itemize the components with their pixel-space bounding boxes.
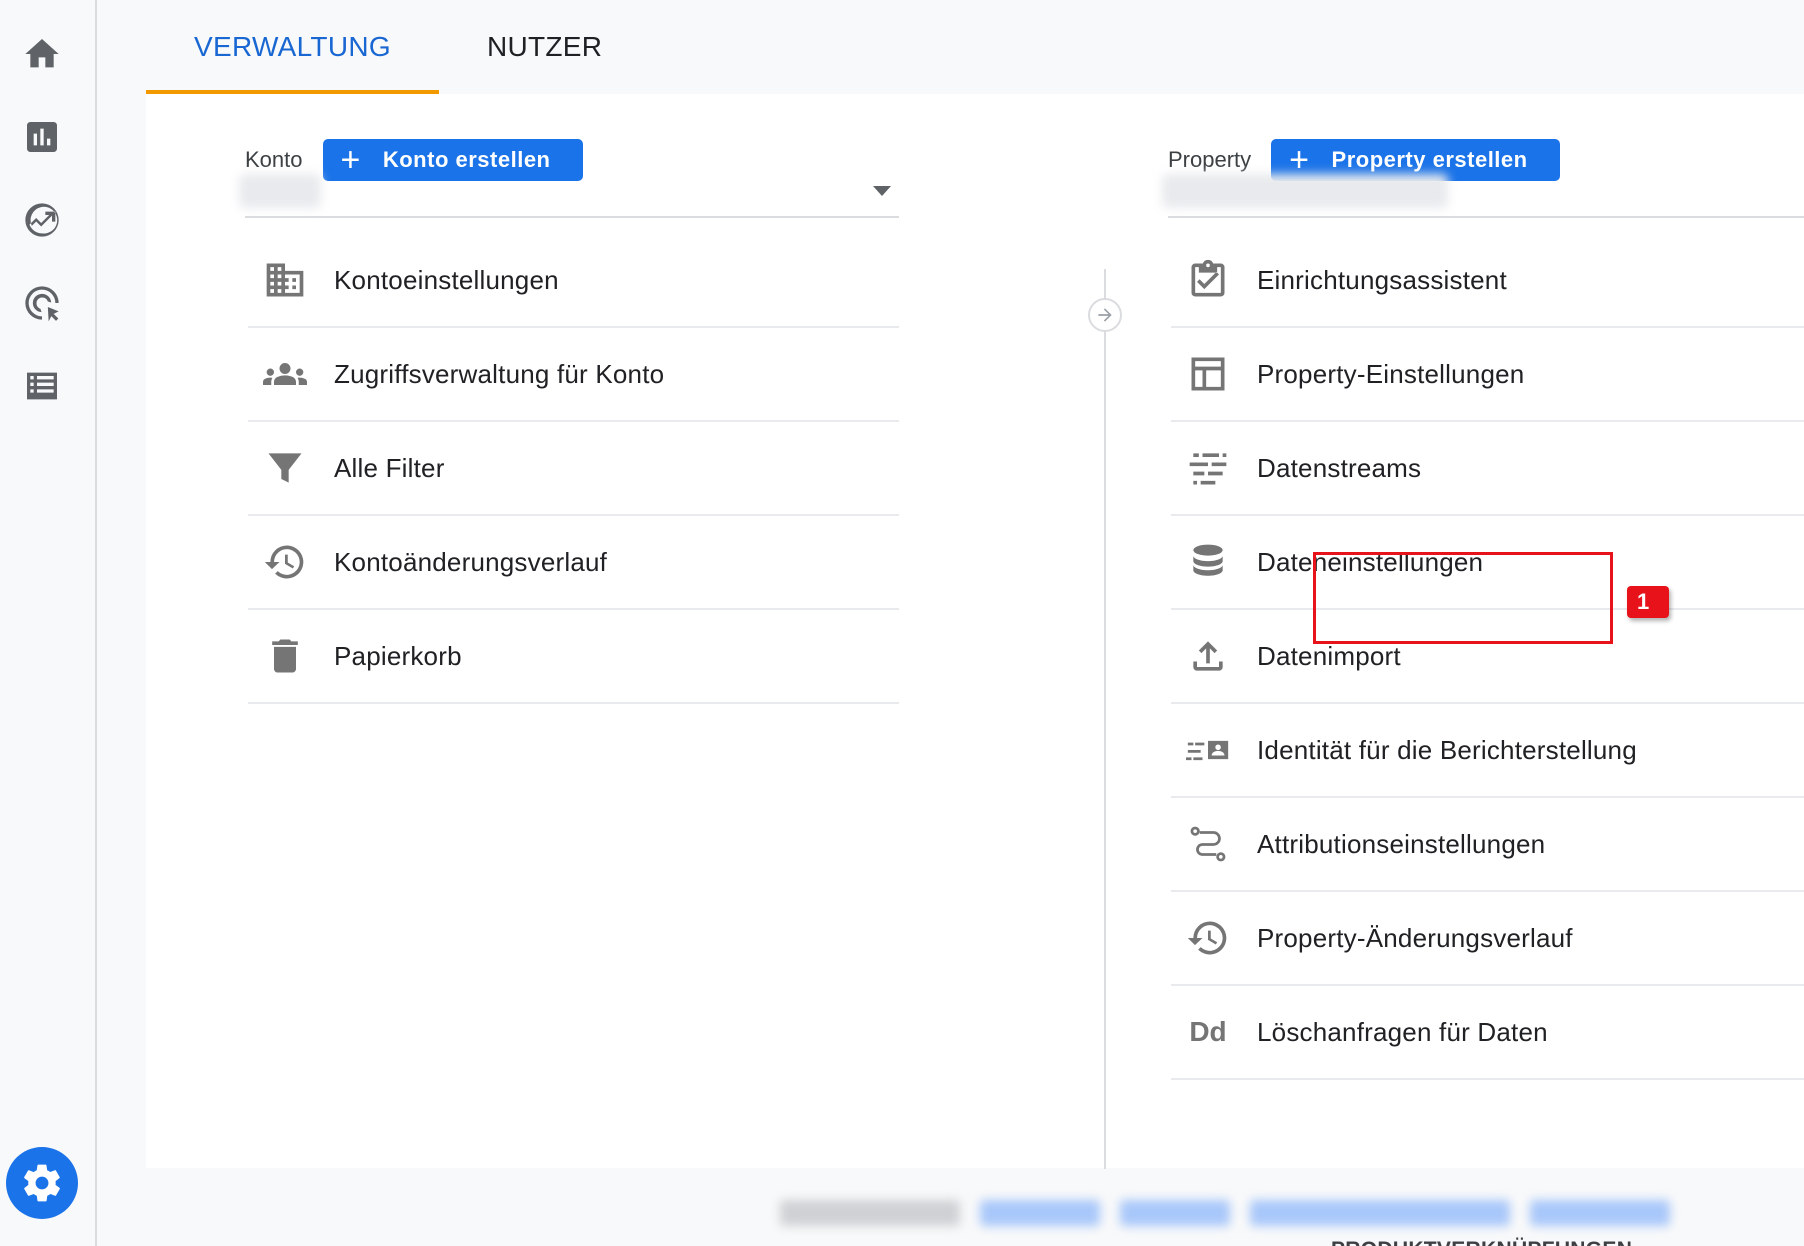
menu-item-kontoaenderungsverlauf[interactable]: Kontoänderungsverlauf: [248, 516, 899, 610]
menu-item-label: Alle Filter: [334, 452, 445, 483]
filter-icon: [260, 443, 310, 493]
menu-item-attributionseinstellungen[interactable]: Attributionseinstellungen: [1171, 798, 1804, 892]
menu-item-label: Löschanfragen für Daten: [1257, 1016, 1548, 1047]
menu-item-kontoeinstellungen[interactable]: Kontoeinstellungen: [248, 234, 899, 328]
chevron-down-icon: [873, 186, 891, 196]
advertising-icon[interactable]: [22, 283, 62, 323]
admin-settings-gear-icon[interactable]: [6, 1147, 78, 1219]
menu-item-datenstreams[interactable]: Datenstreams: [1171, 422, 1804, 516]
account-menu: Kontoeinstellungen Zugriffsverwaltung fü…: [248, 234, 899, 704]
menu-item-label: Papierkorb: [334, 640, 462, 671]
menu-item-label: Zugriffsverwaltung für Konto: [334, 358, 665, 389]
menu-item-alle-filter[interactable]: Alle Filter: [248, 422, 899, 516]
admin-panel: Konto + Konto erstellen Kontoeinstellung…: [146, 94, 1804, 1246]
attribution-icon: [1183, 819, 1233, 869]
configure-icon[interactable]: [22, 366, 62, 406]
identity-icon: [1183, 725, 1233, 775]
admin-tabs: VERWALTUNG NUTZER: [146, 0, 650, 94]
menu-item-identitaet[interactable]: Identität für die Berichterstellung: [1171, 704, 1804, 798]
menu-item-label: Property-Änderungsverlauf: [1257, 922, 1573, 953]
left-nav-rail: [0, 0, 97, 1246]
menu-item-label: Kontoeinstellungen: [334, 264, 559, 295]
building-icon: [260, 255, 310, 305]
account-selector[interactable]: [239, 170, 899, 218]
annotation-badge: 1: [1627, 586, 1669, 618]
menu-item-property-einstellungen[interactable]: Property-Einstellungen: [1171, 328, 1804, 422]
account-selected-value: [239, 174, 321, 208]
menu-item-einrichtungsassistent[interactable]: Einrichtungsassistent: [1171, 234, 1804, 328]
footer-blur-link[interactable]: [980, 1200, 1100, 1226]
checklist-icon: [1183, 255, 1233, 305]
streams-icon: [1183, 443, 1233, 493]
menu-item-loeschanfragen[interactable]: Dd Löschanfragen für Daten: [1171, 986, 1804, 1080]
layout-icon: [1183, 349, 1233, 399]
property-selector[interactable]: [1162, 170, 1804, 218]
menu-item-label: Datenimport: [1257, 640, 1401, 671]
footer-blur-link[interactable]: [1120, 1200, 1230, 1226]
property-menu: Einrichtungsassistent Property-Einstellu…: [1171, 234, 1804, 1080]
home-icon[interactable]: [22, 34, 62, 74]
menu-item-papierkorb[interactable]: Papierkorb: [248, 610, 899, 704]
menu-item-property-aenderungsverlauf[interactable]: Property-Änderungsverlauf: [1171, 892, 1804, 986]
footer-blur-link[interactable]: [1250, 1200, 1510, 1226]
history-icon: [1183, 913, 1233, 963]
menu-item-label: Identität für die Berichterstellung: [1257, 734, 1637, 765]
footer-blur-link[interactable]: [1530, 1200, 1670, 1226]
menu-item-label: Datenstreams: [1257, 452, 1422, 483]
annotation-highlight-box: [1313, 552, 1613, 644]
footer-blur-block: [780, 1200, 960, 1226]
arrow-right-icon: [1088, 298, 1122, 332]
menu-item-label: Kontoänderungsverlauf: [334, 546, 608, 577]
footer-blurred: [780, 1200, 1670, 1230]
tab-verwaltung[interactable]: VERWALTUNG: [146, 0, 439, 94]
trash-icon: [260, 631, 310, 681]
menu-item-label: Property-Einstellungen: [1257, 358, 1525, 389]
menu-item-label: Attributionseinstellungen: [1257, 828, 1546, 859]
menu-item-label: Einrichtungsassistent: [1257, 264, 1507, 295]
reports-icon[interactable]: [22, 117, 62, 157]
property-selected-value: [1162, 174, 1448, 208]
upload-icon: [1183, 631, 1233, 681]
explore-icon[interactable]: [22, 200, 62, 240]
menu-item-zugriffsverwaltung[interactable]: Zugriffsverwaltung für Konto: [248, 328, 899, 422]
history-icon: [260, 537, 310, 587]
people-icon: [260, 349, 310, 399]
column-divider: [1104, 269, 1106, 1169]
database-icon: [1183, 537, 1233, 587]
tab-nutzer[interactable]: NUTZER: [439, 0, 650, 94]
section-heading-produktverknuepfungen: PRODUKTVERKNÜPFUNGEN: [1331, 1238, 1632, 1246]
dd-icon: Dd: [1189, 1016, 1227, 1047]
